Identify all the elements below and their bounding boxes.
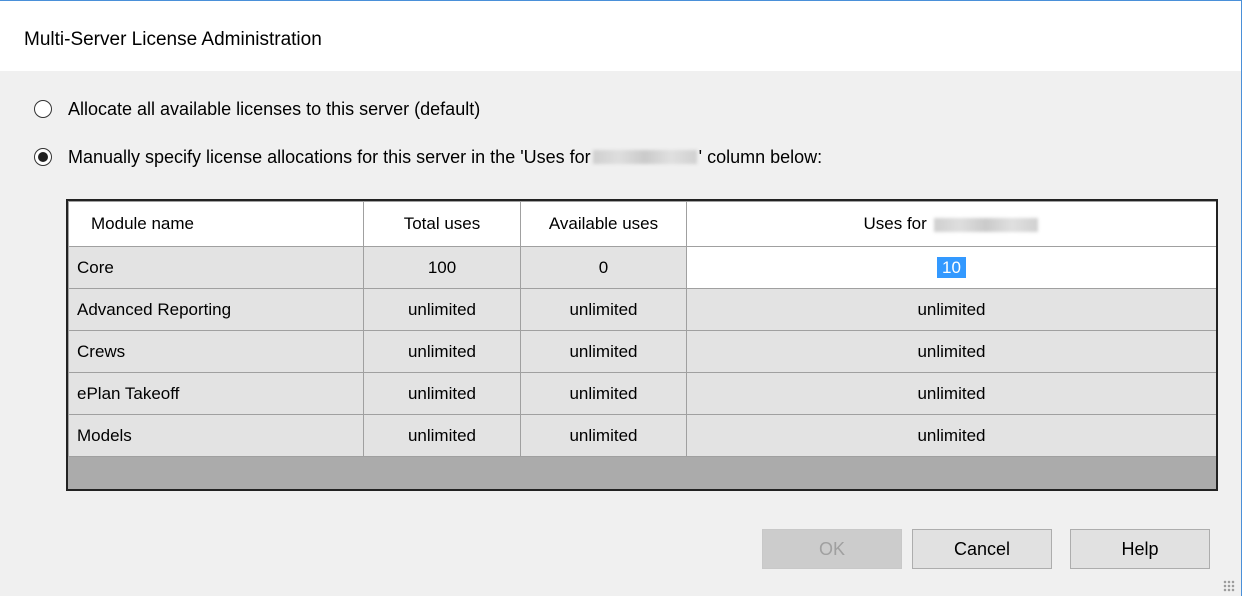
cell-module: ePlan Takeoff xyxy=(68,372,364,415)
cell-total: unlimited xyxy=(363,372,521,415)
col-header-available-uses[interactable]: Available uses xyxy=(520,201,687,247)
col-header-uses-for-label: Uses for xyxy=(863,214,932,233)
radio-allocate-all[interactable]: Allocate all available licenses to this … xyxy=(34,97,480,121)
cell-total: unlimited xyxy=(363,288,521,331)
uses-input-selected[interactable]: 10 xyxy=(937,256,966,278)
radio-checked-icon[interactable] xyxy=(34,148,52,166)
license-table: Module name Total uses Available uses Us… xyxy=(68,201,1216,457)
cell-uses[interactable]: unlimited xyxy=(686,288,1216,331)
cell-module: Advanced Reporting xyxy=(68,288,364,331)
cell-uses-editor[interactable]: 10 xyxy=(686,246,1216,289)
cell-uses[interactable]: unlimited xyxy=(686,330,1216,373)
radio-unchecked-icon[interactable] xyxy=(34,100,52,118)
cell-module: Crews xyxy=(68,330,364,373)
help-button[interactable]: Help xyxy=(1070,529,1210,569)
cell-available: unlimited xyxy=(520,288,687,331)
table-row[interactable]: Advanced Reporting unlimited unlimited u… xyxy=(68,288,1216,331)
cell-total: unlimited xyxy=(363,330,521,373)
cell-total: 100 xyxy=(363,246,521,289)
col-header-module-name[interactable]: Module name xyxy=(68,201,364,247)
cell-uses[interactable]: unlimited xyxy=(686,372,1216,415)
redacted-server-name xyxy=(592,150,697,164)
table-header-row: Module name Total uses Available uses Us… xyxy=(68,201,1216,247)
radio-manual-label-start: Manually specify license allocations for… xyxy=(68,146,591,167)
license-grid: Module name Total uses Available uses Us… xyxy=(66,199,1218,491)
cell-available: unlimited xyxy=(520,414,687,457)
col-header-total-uses[interactable]: Total uses xyxy=(363,201,521,247)
radio-allocate-all-label: Allocate all available licenses to this … xyxy=(68,98,481,119)
table-row[interactable]: Models unlimited unlimited unlimited xyxy=(68,414,1216,457)
table-row[interactable]: ePlan Takeoff unlimited unlimited unlimi… xyxy=(68,372,1216,415)
cell-module: Core xyxy=(68,246,364,289)
table-row[interactable]: Core 100 0 10 xyxy=(68,246,1216,289)
title-bar: Multi-Server License Administration xyxy=(0,1,1241,71)
radio-manual[interactable]: Manually specify license allocations for… xyxy=(34,145,822,169)
cell-available: unlimited xyxy=(520,372,687,415)
cell-available: unlimited xyxy=(520,330,687,373)
col-header-uses-for[interactable]: Uses for xyxy=(686,201,1216,247)
redacted-server-name-header xyxy=(933,217,1038,232)
cancel-button[interactable]: Cancel xyxy=(912,529,1052,569)
dialog-title: Multi-Server License Administration xyxy=(24,29,322,50)
cell-total: unlimited xyxy=(363,414,521,457)
cell-available: 0 xyxy=(520,246,687,289)
radio-manual-label-end: ' column below: xyxy=(698,146,823,167)
ok-button[interactable]: OK xyxy=(762,529,902,569)
resize-grip-icon[interactable] xyxy=(1223,580,1235,592)
table-row[interactable]: Crews unlimited unlimited unlimited xyxy=(68,330,1216,373)
license-dialog: Multi-Server License Administration Allo… xyxy=(0,0,1242,596)
cell-module: Models xyxy=(68,414,364,457)
cell-uses[interactable]: unlimited xyxy=(686,414,1216,457)
